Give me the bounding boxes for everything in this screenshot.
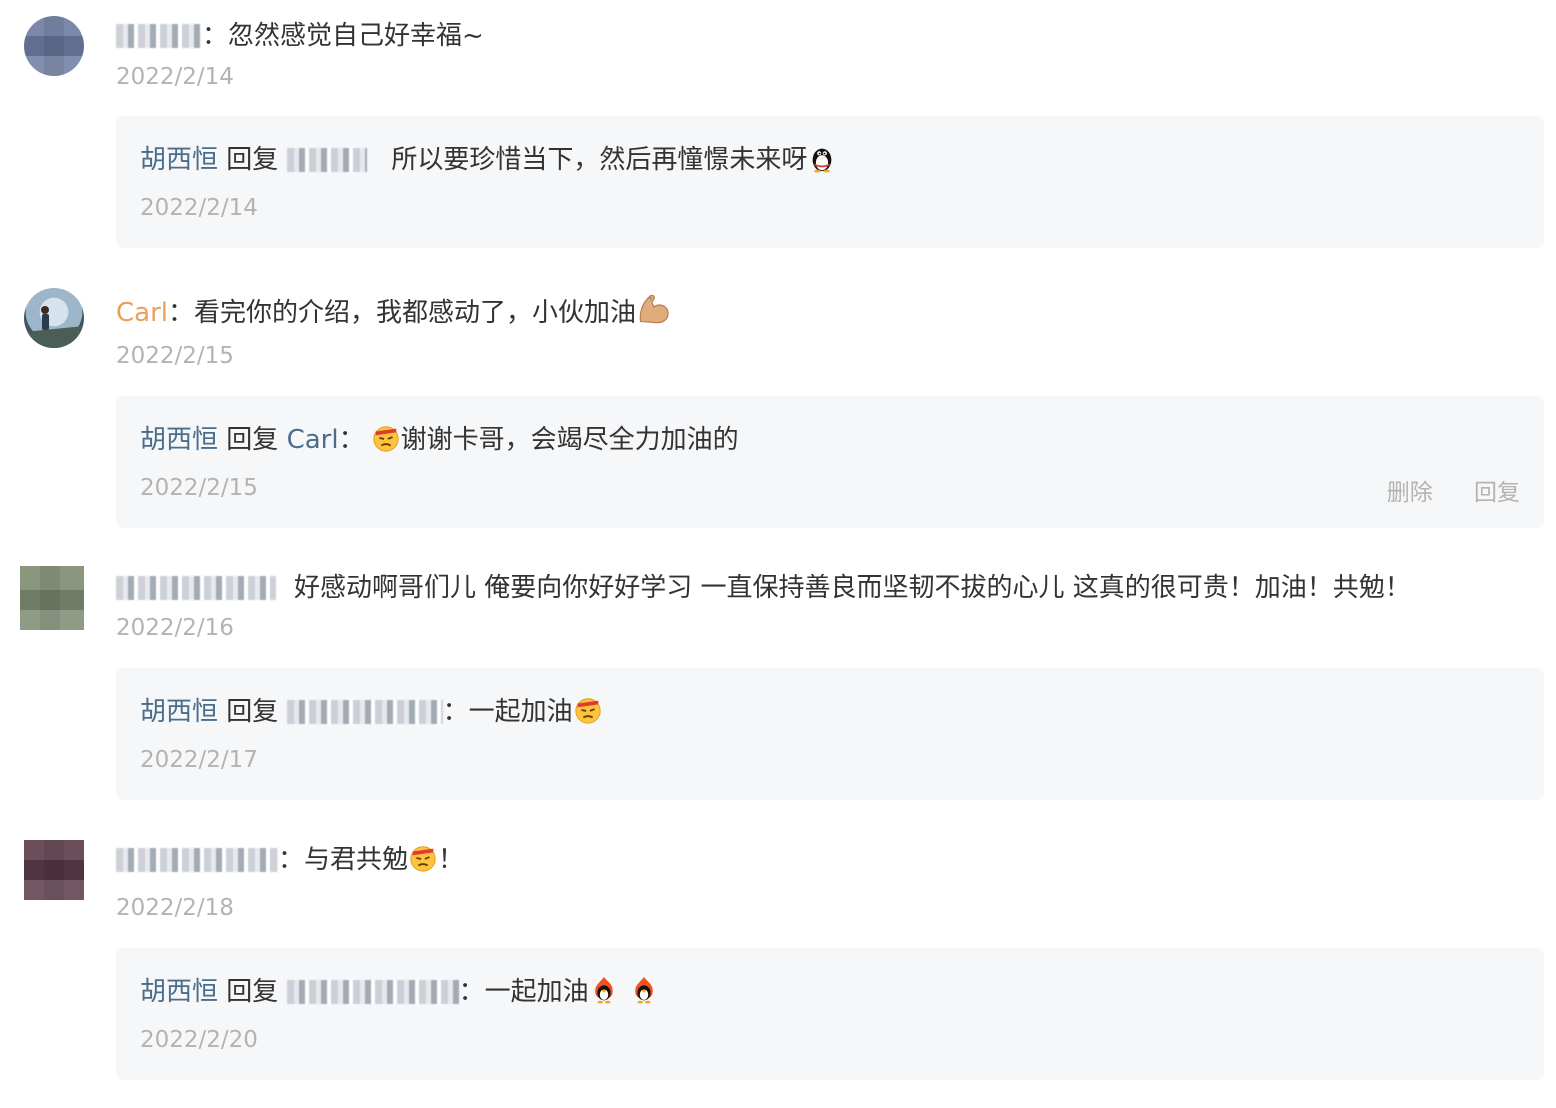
reply-box: 胡西恒 回复 Carl： 谢谢卡哥，会竭尽全力加油的 2022/2/15 删除 … [116,396,1544,528]
reply-date: 2022/2/17 [140,747,258,773]
comment-date: 2022/2/15 [116,343,234,369]
reply-word: 回复 [226,697,279,727]
fire-penguin-emoji [634,976,653,1004]
reply-line: 胡西恒 回复 ：一起加油 [140,974,659,1010]
comment-date: 2022/2/16 [116,615,234,641]
replier-name[interactable]: 胡西恒 [140,697,218,727]
reply-date: 2022/2/20 [140,1027,258,1053]
reply-actions: 删除 回复 [1353,473,1520,507]
delete-button[interactable]: 删除 [1387,480,1433,506]
reply-text: 谢谢卡哥，会竭尽全力加油的 [400,425,739,455]
reply-line: 胡西恒 回复 Carl： 谢谢卡哥，会竭尽全力加油的 [140,425,739,455]
masked-username[interactable] [116,576,276,600]
replier-name[interactable]: 胡西恒 [140,425,218,455]
comment-text: 好感动啊哥们儿 俺要向你好好学习 一直保持善良而坚韧不拔的心儿 这真的很可贵！加… [294,573,1411,603]
replier-name[interactable]: 胡西恒 [140,977,218,1007]
replier-name[interactable]: 胡西恒 [140,145,218,175]
masked-username[interactable] [286,700,443,724]
reply-date: 2022/2/14 [140,195,258,221]
comment-line: Carl：看完你的介绍，我都感动了，小伙加油 [116,290,672,331]
person-silhouette-icon [24,306,84,348]
comment-line: ：忽然感觉自己好幸福~ [116,18,484,54]
comment-line: ：与君共勉 ！ [116,842,464,878]
reply-box: 胡西恒 回复 所以要珍惜当下，然后再憧憬未来呀 2022/2/14 [116,116,1544,248]
determined-face-emoji [574,698,601,724]
determined-face-emoji [372,426,399,452]
avatar[interactable] [24,16,84,76]
comment-text: 看完你的介绍，我都感动了，小伙加油 [194,298,637,328]
reply-target-name[interactable]: Carl [287,425,339,455]
flexed-biceps-emoji [639,294,669,324]
avatar[interactable] [20,566,84,630]
reply-text: 一起加油 [468,697,573,727]
reply-date: 2022/2/15 [140,475,258,501]
reply-text: 所以要珍惜当下，然后再憧憬未来呀 [391,145,808,175]
fire-penguin-emoji [594,976,613,1004]
reply-word: 回复 [226,425,279,455]
author-name[interactable]: Carl [116,298,168,328]
comment-text: 忽然感觉自己好幸福~ [228,21,484,51]
reply-line: 胡西恒 回复 所以要珍惜当下，然后再憧憬未来呀 [140,142,837,178]
reply-word: 回复 [226,977,279,1007]
comment-text-suffix: ！ [438,845,465,875]
masked-username[interactable] [116,848,278,872]
reply-word: 回复 [226,145,279,175]
comment-text: 与君共勉 [304,845,409,875]
comment-line: 好感动啊哥们儿 俺要向你好好学习 一直保持善良而坚韧不拔的心儿 这真的很可贵！加… [116,570,1411,606]
masked-username[interactable] [286,148,367,172]
avatar[interactable] [24,288,84,348]
reply-box: 胡西恒 回复 ：一起加油 2022/2/17 [116,668,1544,800]
reply-text: 一起加油 [484,977,589,1007]
masked-username[interactable] [286,980,459,1004]
penguin-emoji [813,148,832,173]
reply-box: 胡西恒 回复 ：一起加油 2022/2/20 [116,948,1544,1080]
reply-button[interactable]: 回复 [1474,480,1520,506]
masked-username[interactable] [116,24,202,48]
avatar[interactable] [24,840,84,900]
comment-date: 2022/2/18 [116,895,234,921]
comment-date: 2022/2/14 [116,64,234,90]
reply-line: 胡西恒 回复 ：一起加油 [140,694,603,730]
determined-face-emoji [410,846,436,872]
